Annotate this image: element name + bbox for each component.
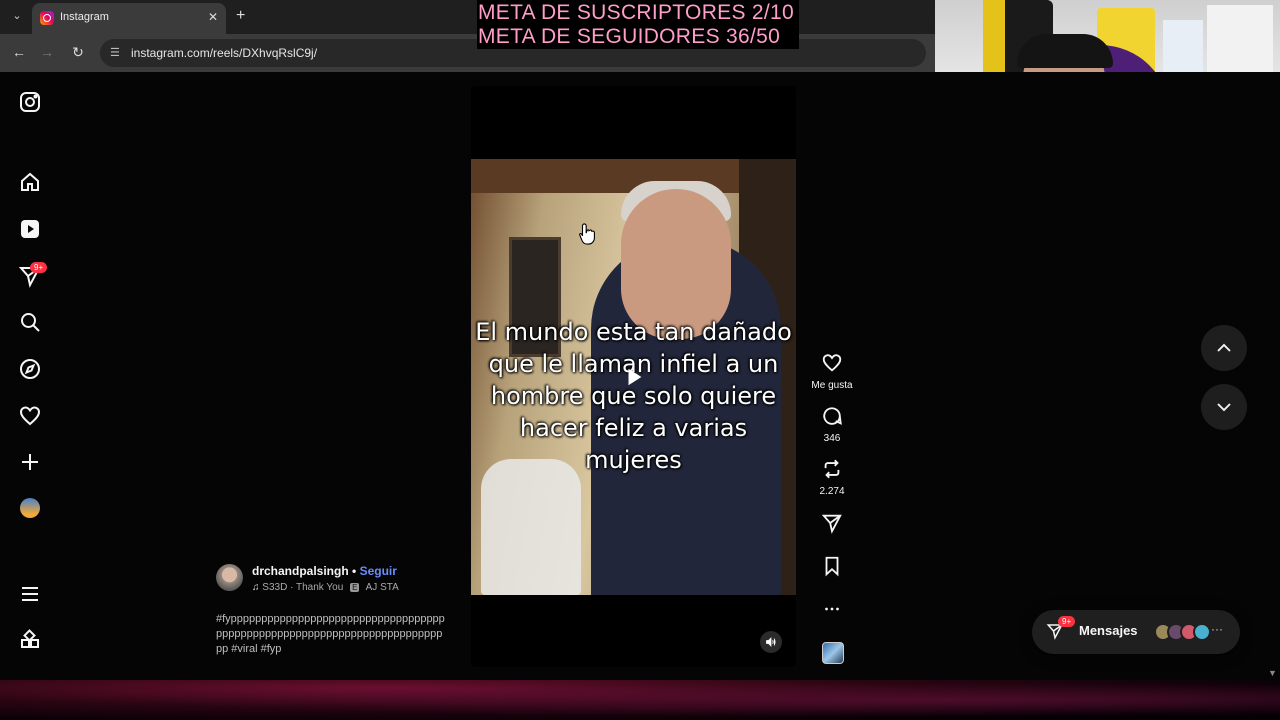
stream-background-strip [0,680,1280,720]
mute-button[interactable] [760,631,782,653]
explore-icon[interactable] [18,357,42,381]
next-reel-button[interactable] [1201,384,1247,430]
comment-button[interactable]: 346 [806,405,858,444]
reel-caption-overlay: El mundo esta tan dañado que le llaman i… [475,318,792,474]
like-button[interactable]: Me gusta [806,352,858,391]
more-dots-icon: ··· [1211,622,1223,636]
messages-badge: 9+ [1058,616,1076,627]
scrollbar-down-arrow-icon[interactable]: ▼ [1268,668,1277,678]
more-apps-icon[interactable] [18,629,42,653]
chevron-up-icon [1217,343,1231,352]
previous-reel-button[interactable] [1201,325,1247,371]
more-dots-icon [825,607,839,611]
tab-title: Instagram [60,11,109,23]
repost-icon [824,459,840,479]
profile-avatar[interactable] [20,498,40,518]
follow-button[interactable]: Seguir [360,564,397,578]
play-icon[interactable] [623,366,645,388]
music-note-icon: ♫ [252,582,260,593]
send-icon [821,514,842,534]
subscriber-goal-text: META DE SUSCRIPTORES 2/10 [478,1,794,24]
heart-icon [822,354,842,372]
music-info[interactable]: ♫ S33D · Thank You E AJ STA [252,582,399,593]
bookmark-icon [825,556,839,577]
music-artist: AJ STA [365,582,399,593]
author-line: drchandpalsingh • Seguir [252,564,397,578]
save-button[interactable] [806,555,858,582]
separator-dot: • [352,564,357,578]
home-icon[interactable] [18,170,42,194]
original-audio-thumbnail[interactable] [822,642,844,664]
music-title: S33D · Thank You [262,582,344,593]
share-button[interactable] [806,512,858,539]
reels-icon[interactable] [18,217,42,241]
like-label: Me gusta [811,380,853,391]
screen: ⌄ Instagram ✕ + ← → ↻ ☰ instagram.com/re… [0,0,1280,720]
browser-tab[interactable]: Instagram ✕ [32,3,226,34]
more-options-button[interactable] [806,598,858,625]
tab-close-icon[interactable]: ✕ [208,10,218,24]
instagram-logo-icon[interactable] [18,90,42,114]
comment-icon [823,407,842,425]
notifications-badge: 9+ [30,262,48,273]
back-icon[interactable]: ← [10,44,28,60]
comments-count: 346 [823,433,841,444]
heart-icon[interactable] [18,404,42,428]
new-tab-icon[interactable]: + [236,7,245,25]
reposts-count: 2.274 [819,486,845,497]
explicit-badge: E [350,583,360,592]
site-settings-icon[interactable]: ☰ [110,46,122,59]
search-icon[interactable] [18,310,42,334]
menu-icon[interactable] [18,582,42,606]
repost-button[interactable]: 2.274 [806,458,858,497]
messages-label: Mensajes [1079,623,1138,638]
speaker-icon [766,637,776,647]
hand-cursor-icon [579,223,595,245]
forward-icon[interactable]: → [38,44,56,60]
stream-goal-overlay: META DE SUSCRIPTORES 2/10 META DE SEGUID… [477,0,799,49]
author-username[interactable]: drchandpalsingh [252,564,349,578]
reel-video[interactable]: El mundo esta tan dañado que le llaman i… [471,86,796,667]
url-text: instagram.com/reels/DXhvqRslC9j/ [131,46,318,60]
avatar [1193,623,1211,641]
post-caption: #fyppppppppppppppppppppppppppppppppppppp… [216,613,445,655]
reload-icon[interactable]: ↻ [69,44,87,61]
tab-search-chevron-icon[interactable]: ⌄ [8,9,26,25]
instagram-page: 9+ El mundo esta tan dañado que le llama… [0,72,1280,680]
create-icon[interactable] [18,450,42,474]
author-avatar[interactable] [216,564,243,591]
sidebar-nav: 9+ [0,72,60,680]
messages-button[interactable]: 9+ Mensajes ··· [1032,610,1240,654]
follower-goal-text: META DE SEGUIDORES 36/50 [478,25,781,48]
chevron-down-icon [1217,403,1231,412]
instagram-favicon-icon [40,11,54,25]
